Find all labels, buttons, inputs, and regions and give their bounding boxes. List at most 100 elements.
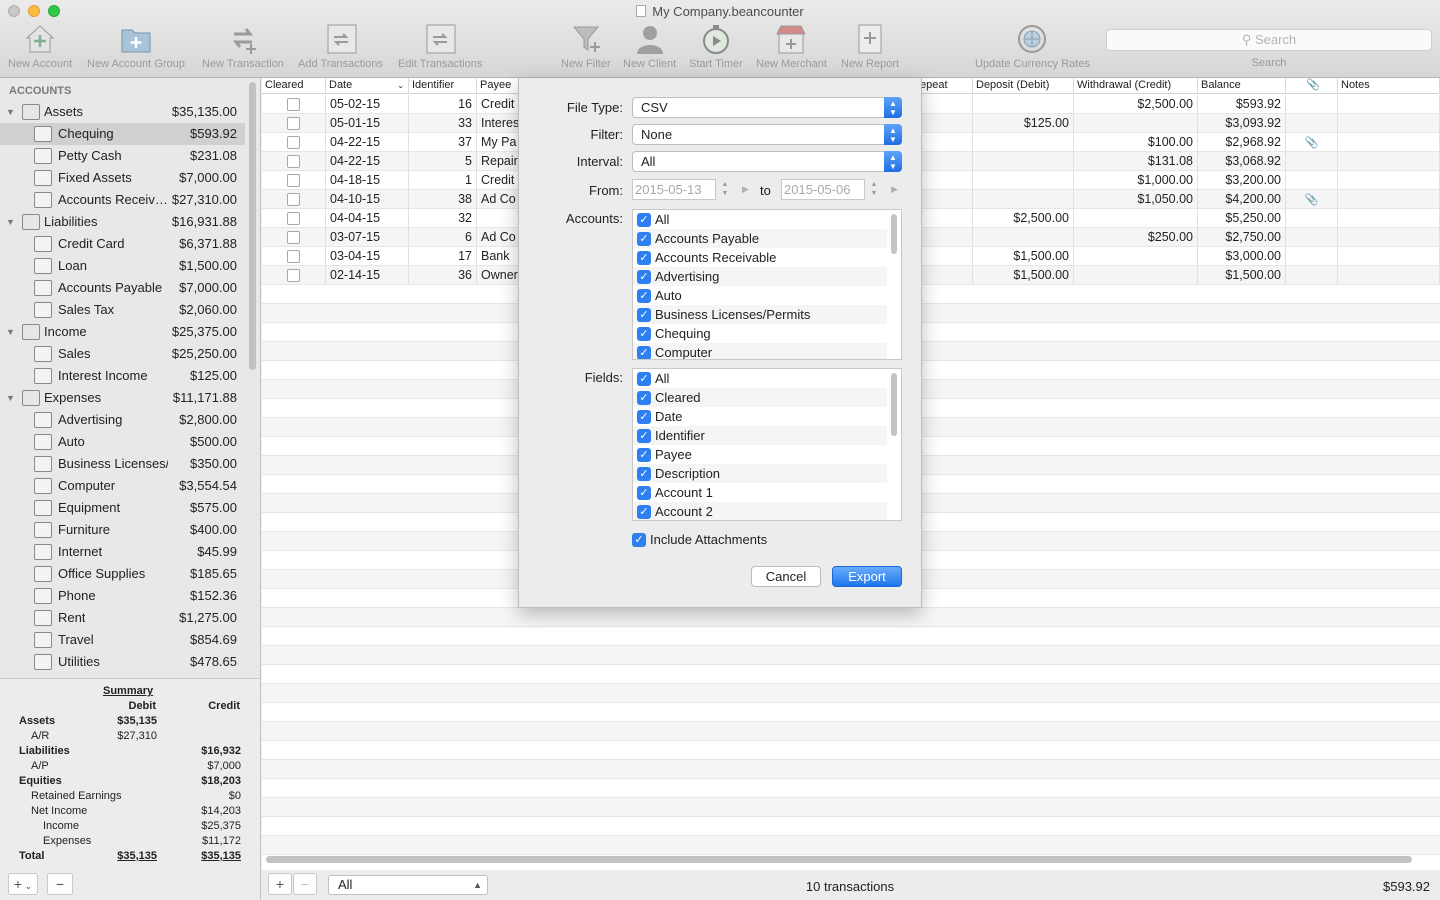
export-button[interactable]: Export — [832, 566, 902, 587]
cleared-checkbox[interactable] — [287, 231, 300, 244]
checkmark-icon[interactable]: ✓ — [637, 213, 651, 227]
update-currency-rates-button[interactable]: Update Currency Rates — [975, 22, 1090, 70]
filter-popup[interactable]: None ▲ ▼ — [632, 124, 902, 145]
account-row[interactable]: Accounts Receiv… $27,310.00 — [0, 189, 245, 211]
add-account-menu-button[interactable]: + ⌄ — [8, 873, 38, 895]
checkmark-icon[interactable]: ✓ — [637, 251, 651, 265]
column-notes[interactable]: Notes — [1338, 78, 1440, 94]
account-group-row[interactable]: ▼ Income $25,375.00 — [0, 321, 245, 343]
search-input[interactable]: ⚲ Search — [1106, 29, 1432, 51]
account-row[interactable]: Equipment $575.00 — [0, 497, 245, 519]
fields-list-item[interactable]: ✓ Account 2 — [633, 502, 887, 520]
horizontal-scrollbar[interactable] — [266, 856, 1412, 863]
cleared-checkbox[interactable] — [287, 136, 300, 149]
checkmark-icon[interactable]: ✓ — [637, 270, 651, 284]
cleared-checkbox[interactable] — [287, 174, 300, 187]
account-row[interactable]: Petty Cash $231.08 — [0, 145, 245, 167]
account-row[interactable]: Office Supplies $185.65 — [0, 563, 245, 585]
column-withdrawal[interactable]: Withdrawal (Credit) — [1074, 78, 1198, 94]
column-balance[interactable]: Balance — [1198, 78, 1286, 94]
account-row[interactable]: Rent $1,275.00 — [0, 607, 245, 629]
checkmark-icon[interactable]: ✓ — [637, 327, 651, 341]
column-date[interactable]: Date ⌄ — [326, 78, 409, 94]
cleared-checkbox[interactable] — [287, 98, 300, 111]
cleared-checkbox[interactable] — [287, 193, 300, 206]
checkmark-icon[interactable]: ✓ — [637, 410, 651, 424]
accounts-list-item[interactable]: ✓ Computer — [633, 343, 887, 359]
column-attachment[interactable]: 📎 — [1286, 78, 1338, 94]
checkmark-icon[interactable]: ✓ — [637, 486, 651, 500]
fields-listbox[interactable]: ✓ All ✓ Cleared ✓ Date ✓ Identifier ✓ Payee ✓ Descr… — [632, 368, 902, 521]
accounts-list-item[interactable]: ✓ Chequing — [633, 324, 887, 343]
checkmark-icon[interactable]: ✓ — [637, 448, 651, 462]
new-transaction-button[interactable]: New Transaction — [202, 22, 284, 70]
paperclip-icon[interactable]: 📎 — [1305, 194, 1319, 206]
new-client-button[interactable]: New Client — [623, 22, 676, 70]
checkmark-icon[interactable]: ✓ — [637, 467, 651, 481]
account-row[interactable]: Travel $854.69 — [0, 629, 245, 651]
cleared-checkbox[interactable] — [287, 117, 300, 130]
new-account-button[interactable]: New Account — [8, 22, 72, 70]
account-row[interactable]: Business Licenses/… $350.00 — [0, 453, 245, 475]
account-row[interactable]: Fixed Assets $7,000.00 — [0, 167, 245, 189]
accounts-list-item[interactable]: ✓ Accounts Payable — [633, 229, 887, 248]
checkmark-icon[interactable]: ✓ — [637, 505, 651, 519]
accounts-list-item[interactable]: ✓ All — [633, 210, 887, 229]
file-type-popup[interactable]: CSV ▲ ▼ — [632, 97, 902, 118]
fields-list-item[interactable]: ✓ Description — [633, 464, 887, 483]
paperclip-icon[interactable]: 📎 — [1305, 137, 1319, 149]
interval-popup[interactable]: All ▲ ▼ — [632, 151, 902, 172]
new-report-button[interactable]: New Report — [841, 22, 899, 70]
account-row[interactable]: Credit Card $6,371.88 — [0, 233, 245, 255]
accounts-list-item[interactable]: ✓ Auto — [633, 286, 887, 305]
fields-list-item[interactable]: ✓ All — [633, 369, 887, 388]
column-repeat[interactable]: epeat — [917, 78, 973, 94]
account-group-row[interactable]: ▼ Liabilities $16,931.88 — [0, 211, 245, 233]
checkmark-icon[interactable]: ✓ — [637, 391, 651, 405]
account-group-row[interactable]: ▼ Assets $35,135.00 — [0, 101, 245, 123]
accounts-list-item[interactable]: ✓ Advertising — [633, 267, 887, 286]
cleared-checkbox[interactable] — [287, 155, 300, 168]
account-row[interactable]: Auto $500.00 — [0, 431, 245, 453]
transaction-filter-select[interactable]: All ▲▼ — [328, 875, 488, 900]
to-date-stepper[interactable]: ▲ ▼ — [869, 180, 879, 200]
checkmark-icon[interactable]: ✓ — [637, 372, 651, 386]
disclosure-triangle-icon[interactable]: ▼ — [6, 321, 15, 343]
account-row[interactable]: Chequing $593.92 — [0, 123, 245, 145]
include-attachments-checkbox[interactable]: ✓ Include Attachments — [632, 532, 852, 550]
column-identifier[interactable]: Identifier — [409, 78, 477, 94]
delete-transaction-button[interactable]: − — [293, 873, 317, 895]
account-row[interactable]: Furniture $400.00 — [0, 519, 245, 541]
cleared-checkbox[interactable] — [287, 212, 300, 225]
fields-list-item[interactable]: ✓ Payee — [633, 445, 887, 464]
account-row[interactable]: Sales $25,250.00 — [0, 343, 245, 365]
fields-list-item[interactable]: ✓ Identifier — [633, 426, 887, 445]
account-row[interactable]: Internet $45.99 — [0, 541, 245, 563]
cleared-checkbox[interactable] — [287, 269, 300, 282]
cleared-checkbox[interactable] — [287, 250, 300, 263]
start-timer-button[interactable]: Start Timer — [689, 22, 743, 70]
cancel-button[interactable]: Cancel — [751, 566, 821, 587]
account-group-row[interactable]: ▼ Expenses $11,171.88 — [0, 387, 245, 409]
account-row[interactable]: Phone $152.36 — [0, 585, 245, 607]
disclosure-triangle-icon[interactable]: ▼ — [6, 387, 15, 409]
checkmark-icon[interactable]: ✓ — [637, 308, 651, 322]
fields-list-scrollbar[interactable] — [891, 373, 897, 436]
checkmark-icon[interactable]: ✓ — [637, 232, 651, 246]
column-cleared[interactable]: Cleared — [262, 78, 326, 94]
new-filter-button[interactable]: New Filter — [561, 22, 611, 70]
accounts-listbox[interactable]: ✓ All ✓ Accounts Payable ✓ Accounts Receivabl… — [632, 209, 902, 360]
account-row[interactable]: Sales Tax $2,060.00 — [0, 299, 245, 321]
new-merchant-button[interactable]: New Merchant — [756, 22, 827, 70]
account-row[interactable]: Computer $3,554.54 — [0, 475, 245, 497]
disclosure-triangle-icon[interactable]: ▼ — [6, 211, 15, 233]
add-transaction-button[interactable]: + — [268, 873, 292, 895]
sidebar-scrollbar[interactable] — [249, 82, 256, 370]
accounts-list-item[interactable]: ✓ Business Licenses/Permits — [633, 305, 887, 324]
to-date-field[interactable]: 2015-05-06 — [781, 179, 865, 200]
accounts-list-scrollbar[interactable] — [891, 214, 897, 254]
fields-list-item[interactable]: ✓ Account 1 — [633, 483, 887, 502]
from-date-field[interactable]: 2015-05-13 — [632, 179, 716, 200]
to-play-arrow-icon[interactable]: ▶ — [891, 184, 898, 195]
accounts-list-item[interactable]: ✓ Accounts Receivable — [633, 248, 887, 267]
